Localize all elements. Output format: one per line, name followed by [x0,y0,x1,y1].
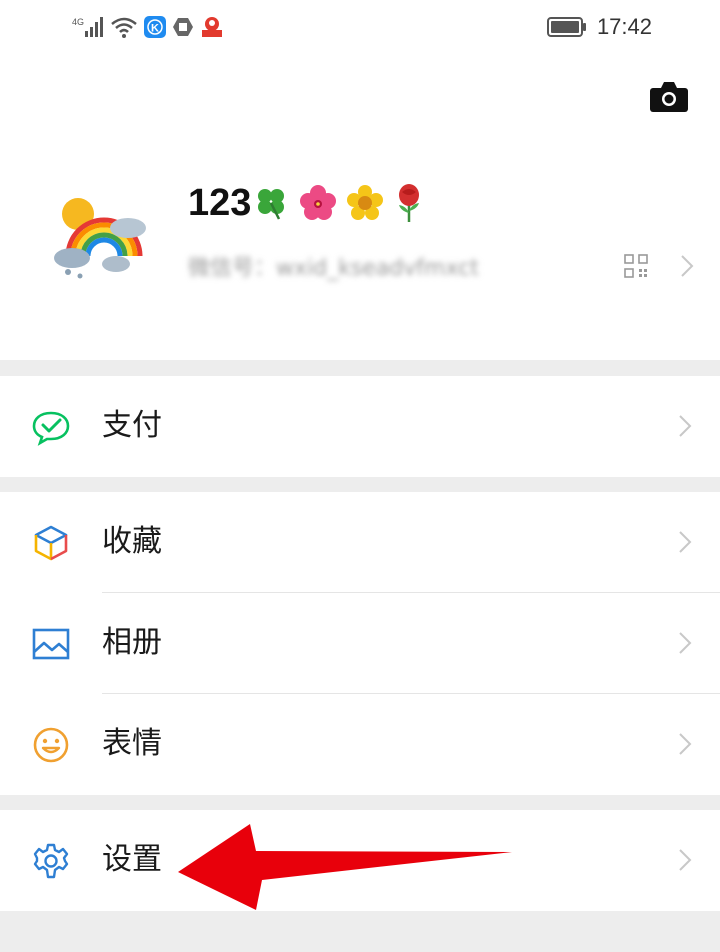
chevron-right-icon [679,415,692,437]
camera-icon[interactable] [650,82,688,112]
nickname-emoji [253,183,425,223]
battery-icon [546,17,586,37]
menu-group-settings: 设置 [0,810,720,911]
menu-item-label: 支付 [102,408,162,443]
four-leaf-clover-icon [258,189,285,220]
wechat-id: 微信号：wxid_kseadvfmxct [188,252,550,281]
status-bar: 4G K 17:42 [0,0,720,56]
rose-icon [399,184,420,222]
hibiscus-icon [300,185,337,220]
menu-item-settings[interactable]: 设置 [0,810,720,911]
menu-group-content: 收藏 相册 表情 [0,492,720,795]
rainbow-avatar-image [48,186,150,288]
album-icon [32,628,70,660]
notification-app-icon [202,17,222,37]
status-icons-right: 17:42 [546,14,652,40]
favorites-cube-icon [34,525,68,561]
signal-icon: 4G [72,17,103,37]
svg-text:K: K [151,23,159,35]
shield-icon [173,18,193,36]
blossom-icon [347,185,384,220]
menu-item-label: 收藏 [102,524,162,559]
nickname-text: 123 [188,181,252,224]
wechat-id-text: 微信号：wxid_kseadvfmxct [188,256,479,281]
nickname: 123 [188,180,425,226]
profile-card[interactable]: 123 微信号：wxid_kseadvfmxct [0,56,720,360]
avatar[interactable] [48,186,150,288]
wechat-pay-icon [32,411,70,446]
menu-item-favorites[interactable]: 收藏 [0,492,720,593]
chevron-right-icon [679,531,692,553]
gear-icon [33,843,69,879]
menu-item-label: 设置 [102,842,162,877]
wifi-icon [111,17,137,38]
k-app-icon: K [144,16,166,38]
profile-chevron-right-icon [681,255,694,277]
chevron-right-icon [679,849,692,871]
qr-code-icon[interactable] [624,254,648,278]
clock: 17:42 [596,14,652,39]
smiley-icon [33,727,69,763]
chevron-right-icon [679,632,692,654]
menu-item-stickers[interactable]: 表情 [0,694,720,795]
chevron-right-icon [679,733,692,755]
status-icons-left: 4G K [72,14,224,40]
menu-item-payment[interactable]: 支付 [0,376,720,477]
menu-item-album[interactable]: 相册 [0,593,720,694]
menu-group-payment: 支付 [0,376,720,477]
network-type-label: 4G [72,17,84,27]
menu-item-label: 相册 [102,625,162,660]
menu-item-label: 表情 [102,726,162,761]
